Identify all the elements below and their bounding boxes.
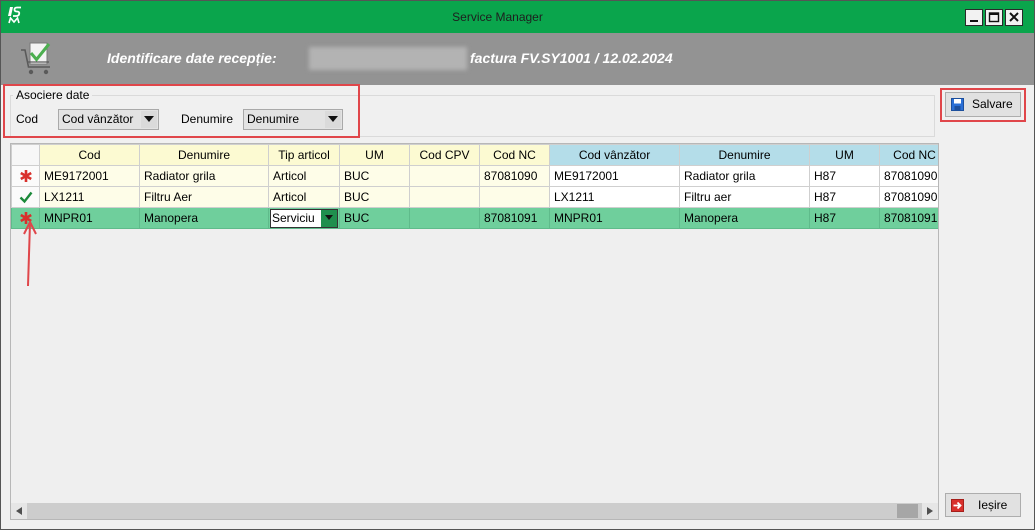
cell-um-vanzator[interactable]: H87 xyxy=(809,186,880,208)
cell-cod[interactable]: ME9172001 xyxy=(39,165,140,187)
chevron-left-icon xyxy=(16,507,22,515)
row-header[interactable] xyxy=(11,186,40,208)
cell-cod-vanzator[interactable]: LX1211 xyxy=(549,186,680,208)
window-title: Service Manager xyxy=(452,10,543,24)
cell-denumire[interactable]: Filtru Aer xyxy=(139,186,269,208)
cell-cod-vanzator[interactable]: ME9172001 xyxy=(549,165,680,187)
column-header-denumire-vanzator[interactable]: Denumire xyxy=(679,144,810,166)
cell-cod-cpv[interactable] xyxy=(409,165,480,187)
cell-cod-nc[interactable] xyxy=(479,186,550,208)
annotation-arrow-icon xyxy=(23,219,37,287)
table-header-row: Cod Denumire Tip articol UM Cod CPV Cod … xyxy=(11,144,938,166)
column-header-um[interactable]: UM xyxy=(339,144,410,166)
table-row[interactable]: LX1211 Filtru Aer Articol BUC LX1211 Fil… xyxy=(11,186,938,208)
cell-denumire[interactable]: Radiator grila xyxy=(139,165,269,187)
items-table: Cod Denumire Tip articol UM Cod CPV Cod … xyxy=(11,144,938,229)
horizontal-scrollbar[interactable] xyxy=(11,503,938,519)
cart-check-icon xyxy=(21,42,51,75)
column-header-um-vanzator[interactable]: UM xyxy=(809,144,880,166)
cell-cod-nc-vanzator[interactable]: 87081090 xyxy=(879,165,938,187)
cell-um[interactable]: BUC xyxy=(339,207,410,229)
cell-tip-articol-editing[interactable]: Serviciu xyxy=(268,207,340,229)
chevron-down-icon[interactable] xyxy=(321,209,337,227)
cell-denumire-vanzator[interactable]: Filtru aer xyxy=(679,186,810,208)
exit-icon xyxy=(951,499,964,512)
reception-title: Identificare date recepție: xyxy=(107,50,277,66)
cell-tip-articol[interactable]: Articol xyxy=(268,165,340,187)
maximize-button[interactable] xyxy=(985,9,1003,26)
title-bar[interactable]: Service Manager xyxy=(0,0,1035,33)
app-logo-icon xyxy=(7,6,23,24)
annotation-highlight-save xyxy=(940,88,1026,122)
exit-button[interactable]: Ieșire xyxy=(945,493,1021,517)
maximize-icon xyxy=(988,12,1000,23)
column-header-tip-articol[interactable]: Tip articol xyxy=(268,144,340,166)
row-header[interactable] xyxy=(11,165,40,187)
cell-denumire-vanzator[interactable]: Manopera xyxy=(679,207,810,229)
close-button[interactable] xyxy=(1005,9,1023,26)
column-header-cod-nc-vanzator[interactable]: Cod NC xyxy=(879,144,938,166)
cell-cod-nc[interactable]: 87081091 xyxy=(479,207,550,229)
column-header-cod-vanzator[interactable]: Cod vânzător xyxy=(549,144,680,166)
scrollbar-thumb[interactable] xyxy=(897,504,918,518)
cell-um-vanzator[interactable]: H87 xyxy=(809,165,880,187)
invoice-reference: factura FV.SY1001 / 12.02.2024 xyxy=(470,50,673,66)
cell-um[interactable]: BUC xyxy=(339,186,410,208)
cell-cod-nc-vanzator[interactable]: 87081090 xyxy=(879,186,938,208)
table-row-selected[interactable]: MNPR01 Manopera Serviciu BUC 87081091 MN… xyxy=(11,207,938,229)
cell-cod-nc-vanzator[interactable]: 87081091 xyxy=(879,207,938,229)
cell-cod[interactable]: MNPR01 xyxy=(39,207,140,229)
cell-cod-cpv[interactable] xyxy=(409,207,480,229)
column-header-denumire[interactable]: Denumire xyxy=(139,144,269,166)
cell-cod[interactable]: LX1211 xyxy=(39,186,140,208)
cell-denumire-vanzator[interactable]: Radiator grila xyxy=(679,165,810,187)
items-grid[interactable]: Cod Denumire Tip articol UM Cod CPV Cod … xyxy=(10,143,939,520)
cell-cod-vanzator[interactable]: MNPR01 xyxy=(549,207,680,229)
tip-articol-dropdown-value: Serviciu xyxy=(271,209,321,227)
cell-cod-cpv[interactable] xyxy=(409,186,480,208)
column-header-cod[interactable]: Cod xyxy=(39,144,140,166)
cell-um[interactable]: BUC xyxy=(339,165,410,187)
redacted-area xyxy=(309,47,467,70)
annotation-highlight-association xyxy=(3,84,360,138)
check-icon xyxy=(19,191,32,204)
asterisk-icon xyxy=(19,170,32,182)
reception-header: Identificare date recepție: factura FV.S… xyxy=(0,33,1035,85)
chevron-right-icon xyxy=(927,507,933,515)
cell-cod-nc[interactable]: 87081090 xyxy=(479,165,550,187)
minimize-button[interactable] xyxy=(965,9,983,26)
minimize-icon xyxy=(970,20,978,22)
close-icon xyxy=(1009,12,1019,22)
scroll-right-button[interactable] xyxy=(922,503,938,519)
cell-um-vanzator[interactable]: H87 xyxy=(809,207,880,229)
tip-articol-dropdown[interactable]: Serviciu xyxy=(270,208,338,228)
table-row[interactable]: ME9172001 Radiator grila Articol BUC 870… xyxy=(11,165,938,187)
scroll-left-button[interactable] xyxy=(11,503,27,519)
row-header-corner[interactable] xyxy=(11,144,40,166)
cell-denumire[interactable]: Manopera xyxy=(139,207,269,229)
exit-button-label: Ieșire xyxy=(978,498,1008,512)
column-header-cod-nc[interactable]: Cod NC xyxy=(479,144,550,166)
cell-tip-articol[interactable]: Articol xyxy=(268,186,340,208)
column-header-cod-cpv[interactable]: Cod CPV xyxy=(409,144,480,166)
